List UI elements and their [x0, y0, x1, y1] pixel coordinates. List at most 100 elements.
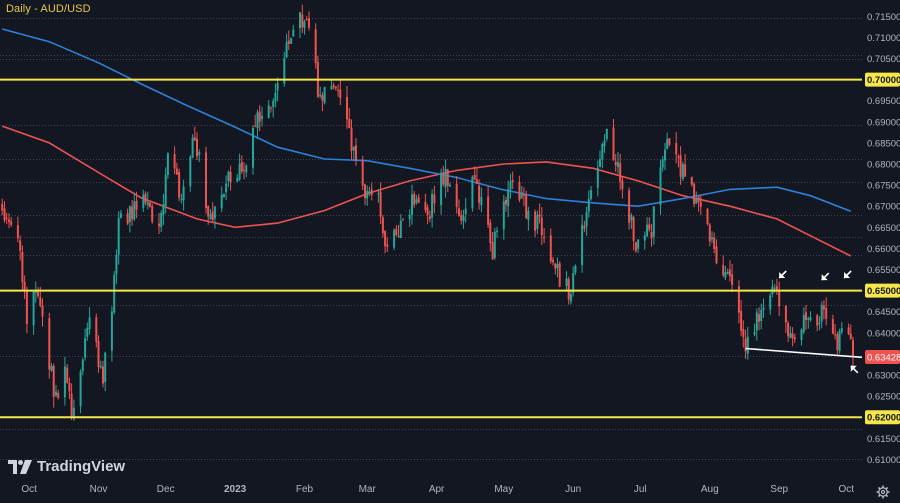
candle-down-body — [355, 145, 357, 161]
chart-canvas[interactable]: 0.71500 0.71000 0.70500 0.70000 0.69500 0.690… — [0, 0, 900, 503]
candle-down-body — [70, 393, 73, 417]
candle-up-body — [695, 198, 698, 204]
candle-up-body — [462, 216, 465, 222]
candle-up-body — [724, 272, 727, 278]
price-tick-label: 0.61500 — [867, 434, 900, 445]
candle-down-body — [679, 155, 682, 177]
chart-settings-icon[interactable] — [876, 485, 890, 499]
candle-up-body — [166, 153, 169, 175]
candle-down-body — [632, 217, 635, 241]
candle-down-body — [836, 333, 839, 350]
candle-down-body — [849, 333, 852, 339]
candle-down-body — [346, 96, 348, 120]
tradingview-logo: TradingView — [8, 458, 125, 475]
candle-up-body — [323, 87, 326, 103]
candle-down-body — [722, 265, 725, 276]
candle-down-body — [831, 319, 834, 334]
candle-down-body — [95, 317, 98, 342]
candle-up-body — [162, 204, 165, 215]
candle-down-body — [3, 208, 6, 221]
candle-up-body — [565, 278, 568, 286]
candle-up-body — [652, 206, 655, 237]
price-tick-label: 0.65500 — [867, 265, 900, 276]
candle-down-body — [650, 232, 653, 239]
candle-down-body — [816, 315, 819, 326]
candle-up-body — [773, 287, 776, 289]
candle-down-body — [778, 291, 781, 307]
candle-down-body — [475, 179, 478, 184]
current-price-label: 0.63428 — [867, 353, 900, 364]
candle-down-body — [287, 40, 290, 44]
candle-down-body — [397, 235, 400, 237]
candle-up-body — [643, 235, 646, 241]
candle-up-body — [110, 311, 113, 351]
candle-down-body — [308, 18, 310, 28]
candle-up-body — [393, 230, 396, 248]
time-tick-label: 2023 — [224, 484, 247, 495]
candle-up-body — [50, 365, 53, 371]
candle-up-body — [276, 83, 279, 91]
candle-up-body — [368, 191, 371, 193]
candle-up-body — [408, 214, 411, 220]
candle-down-body — [314, 29, 317, 64]
candle-down-body — [549, 235, 552, 262]
candle-up-body — [252, 127, 254, 168]
candle-down-body — [713, 237, 716, 249]
candle-down-body — [337, 90, 340, 92]
candle-up-body — [480, 196, 483, 206]
candle-down-body — [361, 160, 364, 186]
candle-up-body — [81, 359, 84, 371]
time-tick-label: Oct — [839, 484, 855, 495]
candle-up-body — [581, 224, 584, 265]
candle-up-body — [377, 193, 380, 195]
candle-up-body — [238, 163, 241, 180]
candle-up-body — [789, 333, 792, 338]
candle-up-body — [117, 217, 120, 255]
candle-down-body — [384, 230, 387, 247]
time-tick-label: Jul — [634, 484, 647, 495]
candle-up-body — [274, 92, 277, 102]
candle-down-body — [491, 242, 494, 260]
candle-up-body — [681, 164, 684, 179]
candle-down-body — [144, 193, 147, 203]
candle-down-body — [612, 127, 615, 161]
time-tick-label: Mar — [359, 484, 377, 495]
candle-up-body — [299, 12, 301, 29]
price-tick-label: 0.69500 — [867, 96, 900, 107]
candle-down-body — [364, 184, 366, 199]
time-tick-label: Oct — [21, 484, 37, 495]
candle-up-body — [726, 272, 729, 275]
price-tick-label: 0.67500 — [867, 181, 900, 192]
candle-down-body — [758, 314, 760, 322]
candle-down-body — [229, 171, 232, 183]
candle-up-body — [755, 312, 758, 331]
candle-down-body — [675, 143, 678, 155]
candle-down-body — [158, 223, 160, 227]
candle-up-body — [527, 210, 530, 221]
candle-up-body — [55, 391, 57, 396]
candle-up-body — [411, 194, 413, 215]
candle-up-body — [115, 255, 118, 275]
candle-down-body — [386, 244, 389, 247]
candle-up-body — [222, 193, 225, 197]
candle-down-body — [25, 290, 28, 324]
candle-up-body — [601, 144, 604, 160]
candle-up-body — [220, 195, 223, 209]
candle-down-body — [417, 197, 420, 203]
candle-down-body — [350, 127, 353, 151]
candle-up-body — [599, 159, 601, 167]
candle-up-body — [79, 371, 82, 406]
time-tick-label: Feb — [296, 484, 314, 495]
candle-down-body — [52, 365, 55, 397]
candle-up-body — [133, 201, 136, 220]
candle-down-body — [489, 222, 492, 243]
candle-down-body — [628, 190, 631, 223]
candle-up-body — [225, 183, 228, 193]
price-tick-label: 0.69000 — [867, 117, 900, 128]
candle-up-body — [509, 181, 512, 190]
candle-up-body — [587, 199, 590, 212]
candle-down-body — [787, 323, 790, 337]
candle-up-body — [189, 156, 192, 187]
candle-up-body — [256, 112, 259, 129]
candle-up-body — [292, 29, 295, 37]
